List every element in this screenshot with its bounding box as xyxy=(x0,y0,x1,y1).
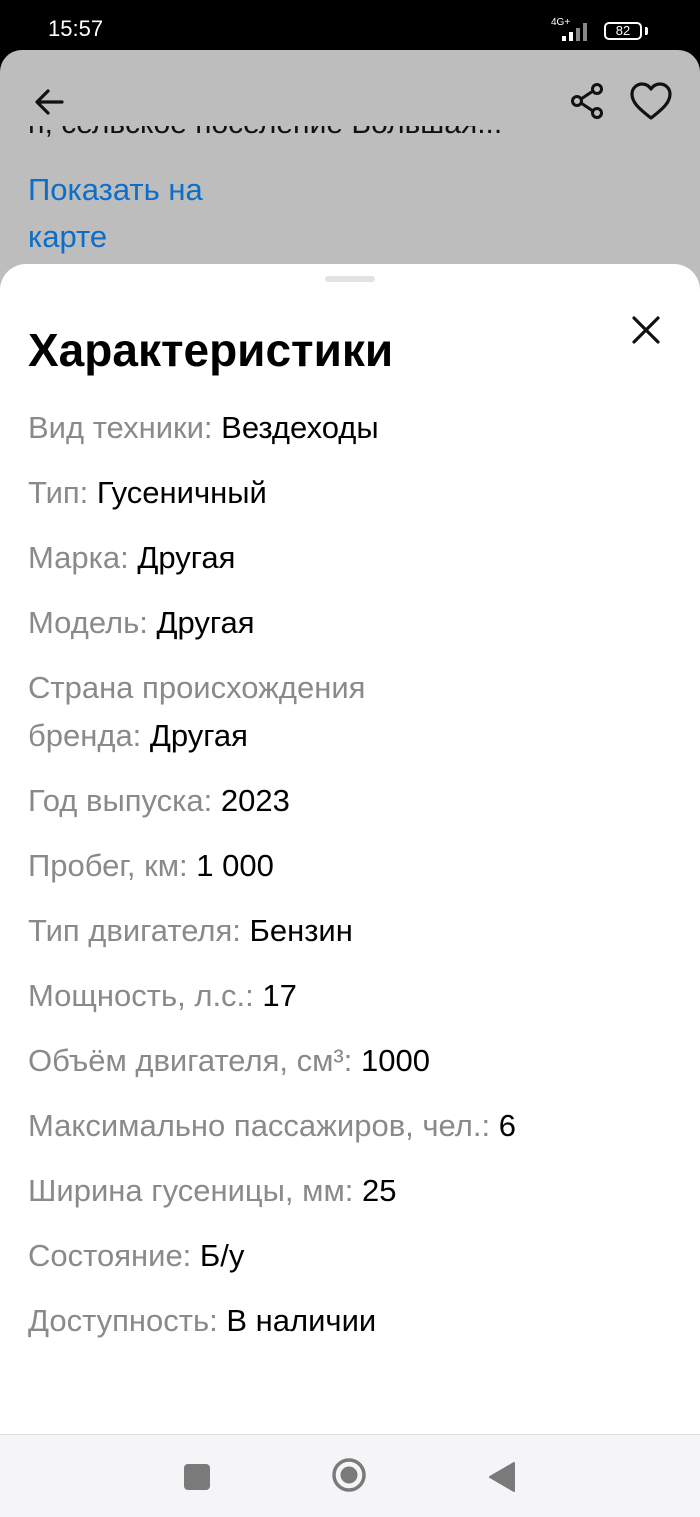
spec-value: Другая xyxy=(149,718,248,753)
spec-item-year: Год выпуска: 2023 xyxy=(28,777,628,825)
status-time: 15:57 xyxy=(48,16,104,41)
spec-label: Пробег, км: xyxy=(28,848,197,883)
screen: 15:57 4G+ 82 Показать на карте Характери… xyxy=(0,0,700,1517)
spec-label: Модель: xyxy=(28,605,157,640)
show-on-map-link[interactable]: Показать на карте xyxy=(28,166,288,260)
signal-strength-icon xyxy=(562,23,587,41)
spec-item-track-width: Ширина гусеницы, мм: 25 xyxy=(28,1167,628,1215)
share-button[interactable] xyxy=(566,80,610,124)
spec-item-engine-volume: Объём двигателя, см³: 1000 xyxy=(28,1037,628,1085)
spec-value: 17 xyxy=(262,978,297,1013)
close-icon xyxy=(632,316,660,344)
spec-value: 2023 xyxy=(220,783,290,818)
close-button[interactable] xyxy=(624,308,668,352)
address-text-value: н, сельское поселение Большая... xyxy=(28,126,502,140)
spec-label: Состояние: xyxy=(28,1238,200,1273)
spec-value: 1000 xyxy=(360,1043,430,1078)
spec-item-power: Мощность, л.с.: 17 xyxy=(28,972,628,1020)
recents-icon[interactable] xyxy=(184,1464,210,1490)
spec-list: Вид техники: Вездеходы Тип: Гусеничный М… xyxy=(28,404,628,1362)
spec-item-engine-type: Тип двигателя: Бензин xyxy=(28,907,628,955)
spec-label: Мощность, л.с.: xyxy=(28,978,263,1013)
spec-label: Максимально пассажиров, чел.: xyxy=(28,1108,499,1143)
spec-label: Вид техники: xyxy=(28,410,222,445)
battery-tip xyxy=(645,27,648,35)
sheet-title: Характеристики xyxy=(28,324,394,376)
spec-item-brand-country: Страна происхождения бренда: Другая xyxy=(28,664,448,760)
spec-item-condition: Состояние: Б/у xyxy=(28,1232,628,1280)
share-icon xyxy=(571,83,603,119)
spec-item-mileage: Пробег, км: 1 000 xyxy=(28,842,628,890)
characteristics-sheet: Характеристики Вид техники: Вездеходы Ти… xyxy=(0,264,700,1434)
spec-value: 6 xyxy=(498,1108,516,1143)
spec-item-availability: Доступность: В наличии xyxy=(28,1297,628,1345)
spec-item-brand: Марка: Другая xyxy=(28,534,628,582)
spec-value: Другая xyxy=(137,540,236,575)
battery-icon: 82 xyxy=(604,22,642,40)
spec-value: 25 xyxy=(362,1173,397,1208)
spec-label: Марка: xyxy=(28,540,138,575)
back-triangle-icon[interactable] xyxy=(488,1461,516,1493)
spec-item-type: Тип: Гусеничный xyxy=(28,469,628,517)
spec-value: Бензин xyxy=(249,913,353,948)
spec-item-max-passengers: Максимально пассажиров, чел.: 6 xyxy=(28,1102,628,1150)
spec-value: Другая xyxy=(156,605,255,640)
spec-item-vehicle-type: Вид техники: Вездеходы xyxy=(28,404,628,452)
spec-value: 1 000 xyxy=(196,848,274,883)
spec-item-model: Модель: Другая xyxy=(28,599,628,647)
system-navigation-bar xyxy=(0,1434,700,1517)
spec-label: Тип двигателя: xyxy=(28,913,250,948)
spec-label: Год выпуска: xyxy=(28,783,221,818)
address-text: н, сельское поселение Большая... xyxy=(28,126,628,156)
favorite-button[interactable] xyxy=(628,80,674,126)
spec-label: Ширина гусеницы, мм: xyxy=(28,1173,363,1208)
heart-icon xyxy=(630,82,672,120)
spec-label: Доступность: xyxy=(28,1303,227,1338)
arrow-left-icon xyxy=(35,89,64,115)
battery-level: 82 xyxy=(615,23,631,38)
spec-value: В наличии xyxy=(226,1303,377,1338)
spec-value: Б/у xyxy=(199,1238,245,1273)
spec-value: Вездеходы xyxy=(221,410,379,445)
spec-value: Гусеничный xyxy=(96,475,267,510)
spec-label: Тип: xyxy=(28,475,97,510)
back-button[interactable] xyxy=(28,80,72,124)
home-icon[interactable] xyxy=(331,1457,367,1493)
spec-label: Объём двигателя, см³: xyxy=(28,1043,361,1078)
sheet-drag-handle[interactable] xyxy=(325,276,375,282)
